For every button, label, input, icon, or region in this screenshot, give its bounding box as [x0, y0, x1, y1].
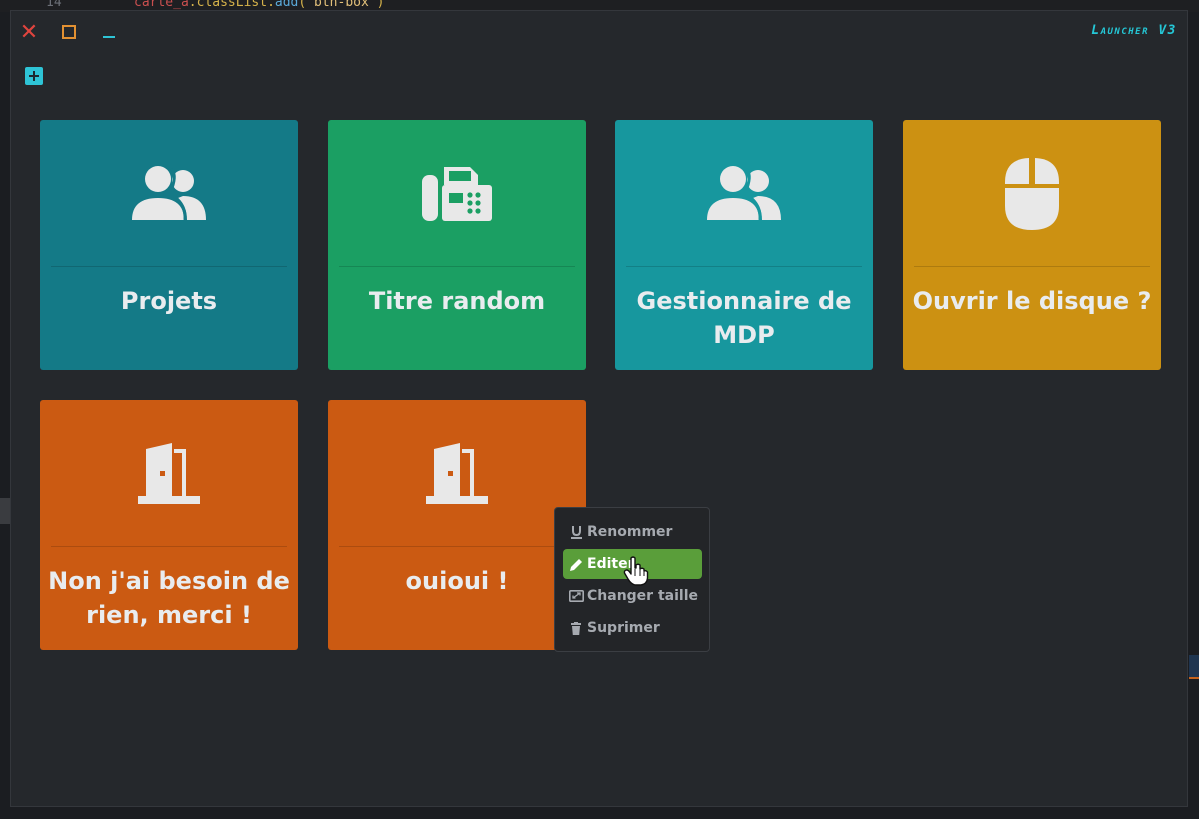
- add-card-button[interactable]: [25, 67, 43, 85]
- maximize-icon: [62, 25, 76, 39]
- card-label: ouioui !: [405, 567, 509, 595]
- card-label: Projets: [120, 287, 218, 315]
- users-icon: [707, 166, 781, 221]
- card-ouvrir-disque[interactable]: Ouvrir le disque ?: [903, 120, 1161, 370]
- minimize-icon: [103, 36, 115, 38]
- code-variable: carte_a: [134, 0, 189, 10]
- minimize-button[interactable]: [99, 21, 119, 43]
- underline-icon: [565, 525, 587, 539]
- code-property: .classList.: [188, 0, 275, 10]
- resize-icon: [565, 590, 587, 602]
- background-panel-strip-right: [1189, 655, 1199, 679]
- code-paren-close: ): [376, 0, 385, 10]
- card-ouioui[interactable]: ouioui !: [328, 400, 586, 650]
- menu-item-label: Renommer: [587, 524, 673, 540]
- menu-item-suprimer[interactable]: Suprimer: [563, 613, 702, 643]
- card-titre-random[interactable]: Titre random: [328, 120, 586, 370]
- line-number: 14: [46, 0, 62, 10]
- hand-cursor-icon: [623, 556, 649, 586]
- app-title: Launcher V3: [1091, 23, 1177, 38]
- close-button[interactable]: ✕: [19, 19, 39, 45]
- launcher-window: ✕ Launcher V3 Projets Titre random Gesti…: [10, 10, 1188, 807]
- card-label: Titre random: [368, 287, 546, 315]
- users-icon: [132, 166, 206, 221]
- background-panel-strip: [0, 498, 10, 524]
- door-open-icon: [138, 443, 200, 504]
- card-projets[interactable]: Projets: [40, 120, 298, 370]
- mouse-icon: [1005, 158, 1059, 230]
- pencil-icon: [565, 558, 587, 571]
- menu-item-label: Suprimer: [587, 620, 660, 636]
- card-separator: [339, 266, 575, 267]
- card-separator: [914, 266, 1150, 267]
- menu-item-label: Changer taille: [587, 588, 698, 604]
- door-open-icon: [426, 443, 488, 504]
- card-gestionnaire-mdp[interactable]: Gestionnaire de MDP: [615, 120, 873, 370]
- card-separator: [51, 266, 287, 267]
- fax-icon: [422, 167, 492, 221]
- card-non-besoin[interactable]: Non j'ai besoin de rien, merci !: [40, 400, 298, 650]
- code-line: carte_a.classList.add('btn-box'): [134, 0, 384, 9]
- code-string: 'btn-box': [306, 0, 377, 10]
- maximize-button[interactable]: [59, 21, 79, 43]
- card-label: Gestionnaire de MDP: [636, 287, 852, 349]
- card-separator: [626, 266, 862, 267]
- close-icon: ✕: [19, 19, 39, 45]
- card-label: Ouvrir le disque ?: [912, 287, 1152, 315]
- menu-item-renommer[interactable]: Renommer: [563, 517, 702, 547]
- code-function: add: [274, 0, 299, 10]
- card-label: Non j'ai besoin de rien, merci !: [48, 567, 290, 629]
- card-separator: [339, 546, 575, 547]
- trash-icon: [565, 621, 587, 635]
- card-separator: [51, 546, 287, 547]
